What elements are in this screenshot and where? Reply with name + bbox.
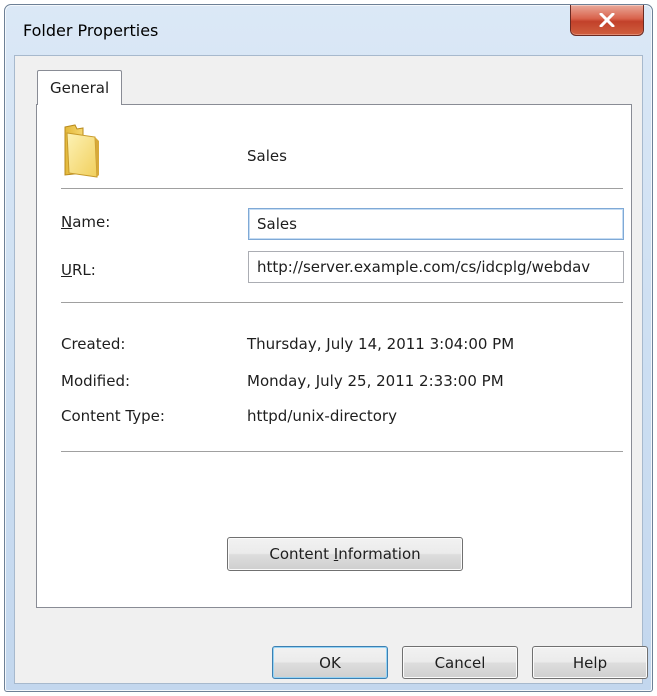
folder-icon (64, 124, 99, 178)
help-button[interactable]: Help (532, 646, 648, 679)
modified-label: Modified: (61, 372, 131, 390)
general-tab-panel: Sales Name: URL: Created: Thursday, July… (36, 104, 632, 608)
content-type-label: Content Type: (61, 407, 165, 425)
tab-general-label: General (50, 79, 110, 97)
content-type-value: httpd/unix-directory (247, 407, 397, 425)
cancel-button[interactable]: Cancel (402, 646, 518, 679)
folder-display-name: Sales (247, 147, 287, 165)
separator (61, 451, 623, 452)
close-button[interactable] (570, 5, 644, 36)
name-field[interactable] (248, 208, 624, 240)
separator (61, 188, 623, 189)
window-title: Folder Properties (23, 21, 159, 40)
title-bar[interactable]: Folder Properties (5, 5, 652, 57)
dialog-client-area: General Sales Name: Sales URL: http://se… (14, 55, 648, 684)
separator (61, 302, 623, 303)
close-icon (599, 13, 615, 27)
ok-button[interactable]: OK (272, 646, 388, 679)
name-label: Name: (61, 213, 111, 231)
content-information-button[interactable]: Content Information (227, 537, 463, 571)
url-label: URL: (61, 261, 96, 279)
created-label: Created: (61, 335, 126, 353)
tab-general[interactable]: General (37, 70, 122, 105)
url-field[interactable] (248, 251, 624, 283)
created-value: Thursday, July 14, 2011 3:04:00 PM (247, 335, 515, 353)
modified-value: Monday, July 25, 2011 2:33:00 PM (247, 372, 504, 390)
folder-properties-window: Folder Properties General Sales Name: Sa… (4, 4, 653, 692)
